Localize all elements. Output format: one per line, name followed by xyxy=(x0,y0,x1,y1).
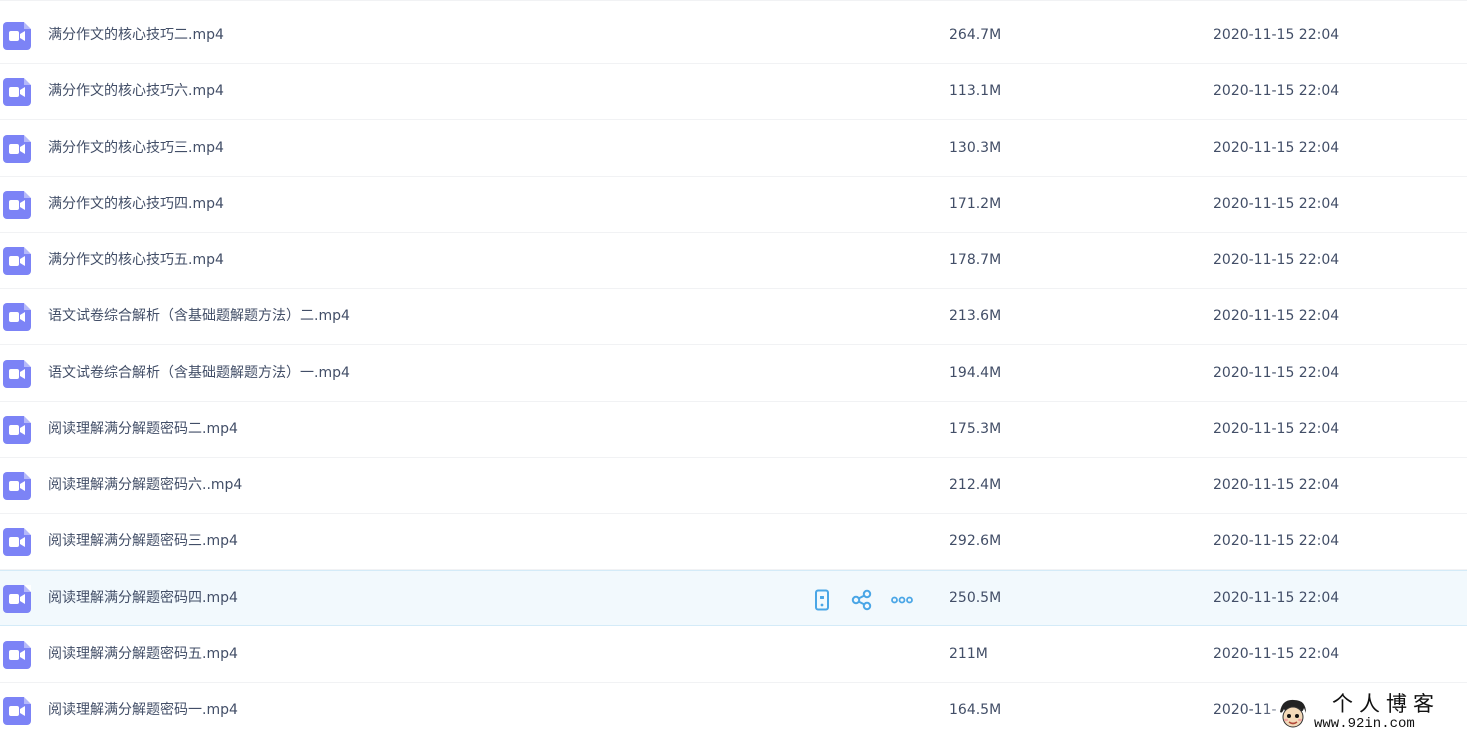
file-size: 212.4M xyxy=(949,477,1002,493)
video-file-icon xyxy=(3,22,31,50)
file-name[interactable]: 阅读理解满分解题密码六..mp4 xyxy=(48,475,242,495)
file-name[interactable]: 满分作文的核心技巧三.mp4 xyxy=(48,138,224,158)
file-row[interactable]: 满分作文的核心技巧四.mp4 171.2M 2020-11-15 22:04 xyxy=(0,177,1467,233)
file-modified-date: 2020-11-15 22:04 xyxy=(1213,196,1340,212)
video-file-icon xyxy=(3,247,31,275)
file-list: 满分作文的核心技巧二.mp4 264.7M 2020-11-15 22:04 满… xyxy=(0,0,1467,737)
file-row[interactable]: 阅读理解满分解题密码三.mp4 292.6M 2020-11-15 22:04 xyxy=(0,514,1467,570)
file-row[interactable]: 语文试卷综合解析（含基础题解题方法）二.mp4 213.6M 2020-11-1… xyxy=(0,289,1467,345)
video-file-icon xyxy=(3,303,31,331)
file-modified-date: 2020-11-15 22:04 xyxy=(1213,646,1340,662)
file-size: 213.6M xyxy=(949,308,1002,324)
video-file-icon xyxy=(3,78,31,106)
file-name[interactable]: 满分作文的核心技巧四.mp4 xyxy=(48,194,224,214)
file-modified-date: 2020-11-15 22:04 xyxy=(1213,421,1340,437)
file-modified-date: 2020-11-15 22:04 xyxy=(1213,365,1340,381)
file-size: 292.6M xyxy=(949,533,1002,549)
file-name[interactable]: 语文试卷综合解析（含基础题解题方法）一.mp4 xyxy=(48,363,350,383)
video-file-icon xyxy=(3,585,31,613)
file-modified-date: 2020-11-15 22:04 xyxy=(1213,533,1340,549)
blog-watermark: 个人博客 www.92in.com xyxy=(1262,688,1467,737)
file-name[interactable]: 满分作文的核心技巧六.mp4 xyxy=(48,81,224,101)
file-name[interactable]: 满分作文的核心技巧二.mp4 xyxy=(48,25,224,45)
file-size: 178.7M xyxy=(949,252,1002,268)
file-size: 211M xyxy=(949,646,988,662)
file-row[interactable]: 满分作文的核心技巧三.mp4 130.3M 2020-11-15 22:04 xyxy=(0,121,1467,177)
row-actions xyxy=(810,588,914,612)
video-file-icon xyxy=(3,191,31,219)
video-file-icon xyxy=(3,472,31,500)
video-file-icon xyxy=(3,697,31,725)
file-size: 175.3M xyxy=(949,421,1002,437)
watermark-title: 个人博客 xyxy=(1332,692,1440,716)
file-size: 250.5M xyxy=(949,590,1002,606)
file-row[interactable]: 阅读理解满分解题密码一.mp4 164.5M 2020-11- xyxy=(0,683,1467,737)
file-modified-date: 2020-11-15 22:04 xyxy=(1213,252,1340,268)
file-name[interactable]: 阅读理解满分解题密码五.mp4 xyxy=(48,644,238,664)
watermark-url: www.92in.com xyxy=(1314,716,1415,732)
video-file-icon xyxy=(3,528,31,556)
video-file-icon xyxy=(3,135,31,163)
file-row[interactable]: 满分作文的核心技巧五.mp4 178.7M 2020-11-15 22:04 xyxy=(0,233,1467,289)
file-modified-date: 2020-11-15 22:04 xyxy=(1213,83,1340,99)
file-size: 171.2M xyxy=(949,196,1002,212)
file-row[interactable]: 阅读理解满分解题密码二.mp4 175.3M 2020-11-15 22:04 xyxy=(0,402,1467,458)
phone-icon[interactable] xyxy=(810,588,834,612)
file-row[interactable]: 阅读理解满分解题密码五.mp4 211M 2020-11-15 22:04 xyxy=(0,627,1467,683)
video-file-icon xyxy=(3,641,31,669)
file-row-hovered[interactable]: 阅读理解满分解题密码四.mp4 250.5M 2020-11-15 22:04 xyxy=(0,570,1467,626)
file-row[interactable]: 满分作文的核心技巧二.mp4 264.7M 2020-11-15 22:04 xyxy=(0,8,1467,64)
file-size: 130.3M xyxy=(949,140,1002,156)
file-row[interactable]: 语文试卷综合解析（含基础题解题方法）一.mp4 194.4M 2020-11-1… xyxy=(0,346,1467,402)
file-row[interactable]: 满分作文的核心技巧六.mp4 113.1M 2020-11-15 22:04 xyxy=(0,64,1467,120)
file-size: 113.1M xyxy=(949,83,1002,99)
file-row[interactable]: 阅读理解满分解题密码六..mp4 212.4M 2020-11-15 22:04 xyxy=(0,458,1467,514)
file-name[interactable]: 阅读理解满分解题密码二.mp4 xyxy=(48,419,238,439)
cartoon-avatar-icon xyxy=(1276,696,1310,730)
file-name[interactable]: 满分作文的核心技巧五.mp4 xyxy=(48,250,224,270)
file-name[interactable]: 阅读理解满分解题密码四.mp4 xyxy=(48,588,238,608)
file-name[interactable]: 阅读理解满分解题密码一.mp4 xyxy=(48,700,238,720)
file-modified-date: 2020-11-15 22:04 xyxy=(1213,140,1340,156)
file-modified-date: 2020-11-15 22:04 xyxy=(1213,477,1340,493)
file-name[interactable]: 阅读理解满分解题密码三.mp4 xyxy=(48,531,238,551)
video-file-icon xyxy=(3,360,31,388)
file-size: 264.7M xyxy=(949,27,1002,43)
more-icon[interactable] xyxy=(890,588,914,612)
video-file-icon xyxy=(3,416,31,444)
file-size: 194.4M xyxy=(949,365,1002,381)
file-modified-date: 2020-11-15 22:04 xyxy=(1213,308,1340,324)
share-icon[interactable] xyxy=(850,588,874,612)
file-modified-date: 2020-11-15 22:04 xyxy=(1213,27,1340,43)
file-size: 164.5M xyxy=(949,702,1002,718)
file-modified-date: 2020-11-15 22:04 xyxy=(1213,590,1340,606)
file-name[interactable]: 语文试卷综合解析（含基础题解题方法）二.mp4 xyxy=(48,306,350,326)
